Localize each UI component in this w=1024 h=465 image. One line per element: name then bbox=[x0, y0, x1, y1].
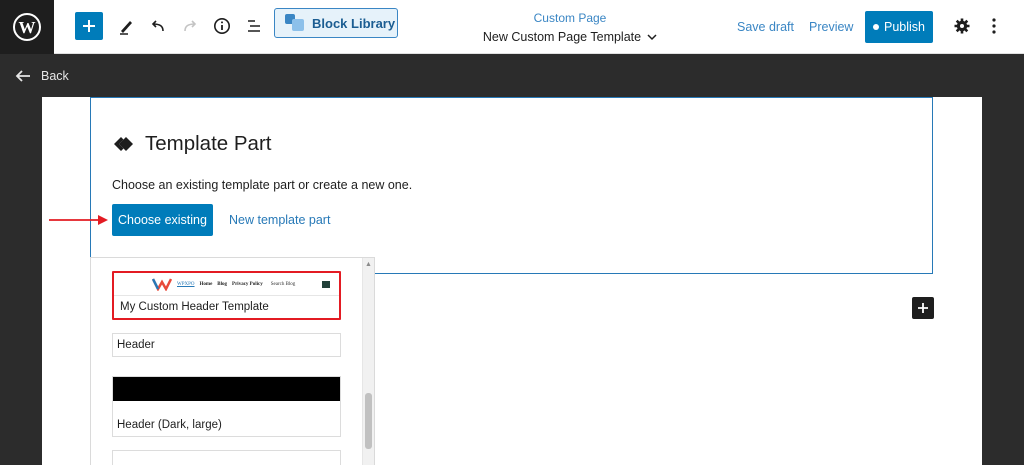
preview-button[interactable]: Preview bbox=[809, 20, 853, 34]
undo-button[interactable] bbox=[144, 12, 172, 40]
choose-existing-button[interactable]: Choose existing bbox=[112, 204, 213, 236]
publish-button[interactable]: Publish bbox=[865, 11, 933, 43]
template-part-label: My Custom Header Template bbox=[120, 301, 269, 313]
options-button[interactable] bbox=[980, 12, 1008, 40]
gear-icon bbox=[954, 18, 970, 34]
preview-nav-link: Blog bbox=[217, 281, 228, 287]
list-view-icon bbox=[248, 20, 260, 32]
template-parts-dropdown[interactable]: WPXPO Home Blog Privacy Policy Search Bl… bbox=[90, 257, 375, 465]
template-part-icon bbox=[114, 137, 133, 151]
redo-icon bbox=[184, 20, 197, 32]
preview-search-button bbox=[322, 280, 331, 288]
preview-nav-link: Privacy Policy bbox=[232, 281, 263, 287]
dropdown-scrollbar[interactable]: ▲ bbox=[362, 258, 374, 465]
template-part-label: Header (Dark, large) bbox=[117, 419, 222, 431]
template-part-block[interactable]: Template Part Choose an existing templat… bbox=[90, 97, 933, 274]
status-dot-icon bbox=[873, 24, 879, 30]
undo-icon bbox=[151, 20, 164, 32]
scroll-up-icon: ▲ bbox=[365, 261, 372, 268]
settings-button[interactable] bbox=[948, 12, 976, 40]
scrollbar-thumb[interactable] bbox=[365, 393, 372, 449]
document-type: Custom Page bbox=[533, 11, 607, 25]
block-library-label: Block Library bbox=[312, 15, 396, 31]
block-library-icon bbox=[285, 14, 304, 31]
block-library-button[interactable]: Block Library bbox=[274, 8, 398, 38]
wordpress-logo-icon: W bbox=[13, 13, 41, 41]
template-part-label: Header bbox=[117, 339, 155, 351]
publish-label: Publish bbox=[884, 20, 925, 34]
document-title[interactable]: Custom Page New Custom Page Template bbox=[470, 10, 670, 46]
plus-icon bbox=[83, 20, 95, 32]
vertical-ellipsis-icon bbox=[992, 18, 996, 34]
plus-icon bbox=[918, 303, 928, 313]
block-title: Template Part bbox=[145, 132, 272, 155]
preview-nav-link: Home bbox=[199, 281, 213, 287]
arrow-left-icon bbox=[15, 70, 30, 82]
template-part-preview: WPXPO Home Blog Privacy Policy Search Bl… bbox=[114, 273, 339, 296]
template-part-option[interactable]: WPXPO Home Blog Privacy Policy Search Bl… bbox=[112, 271, 341, 320]
template-part-preview bbox=[113, 377, 340, 401]
editor-toolbar: W Block Library Custom Page New Custom P… bbox=[0, 0, 1024, 54]
tools-button[interactable] bbox=[112, 12, 140, 40]
pen-icon bbox=[120, 21, 132, 35]
template-part-option[interactable] bbox=[112, 450, 341, 465]
back-label: Back bbox=[41, 69, 69, 83]
template-part-option[interactable]: Header bbox=[112, 333, 341, 357]
new-template-part-button[interactable]: New template part bbox=[229, 213, 330, 227]
redo-button[interactable] bbox=[176, 12, 204, 40]
annotation-arrow bbox=[49, 215, 108, 225]
svg-text:W: W bbox=[19, 18, 36, 37]
info-icon bbox=[214, 18, 230, 34]
template-part-option[interactable]: Header (Dark, large) bbox=[112, 376, 341, 437]
save-draft-button[interactable]: Save draft bbox=[737, 20, 794, 34]
details-button[interactable] bbox=[208, 12, 236, 40]
list-view-button[interactable] bbox=[240, 12, 268, 40]
preview-search-text: Search Blog bbox=[270, 281, 296, 287]
add-block-inline-button[interactable] bbox=[912, 297, 934, 319]
chevron-down-icon bbox=[647, 34, 657, 41]
block-description: Choose an existing template part or crea… bbox=[112, 178, 413, 192]
back-link[interactable]: Back bbox=[14, 69, 69, 83]
document-name: New Custom Page Template bbox=[482, 30, 642, 44]
wordpress-logo-button[interactable]: W bbox=[0, 0, 54, 54]
add-block-button[interactable] bbox=[75, 12, 103, 40]
wpxpo-logo-icon bbox=[152, 278, 172, 291]
preview-logo-text: WPXPO bbox=[177, 281, 195, 287]
